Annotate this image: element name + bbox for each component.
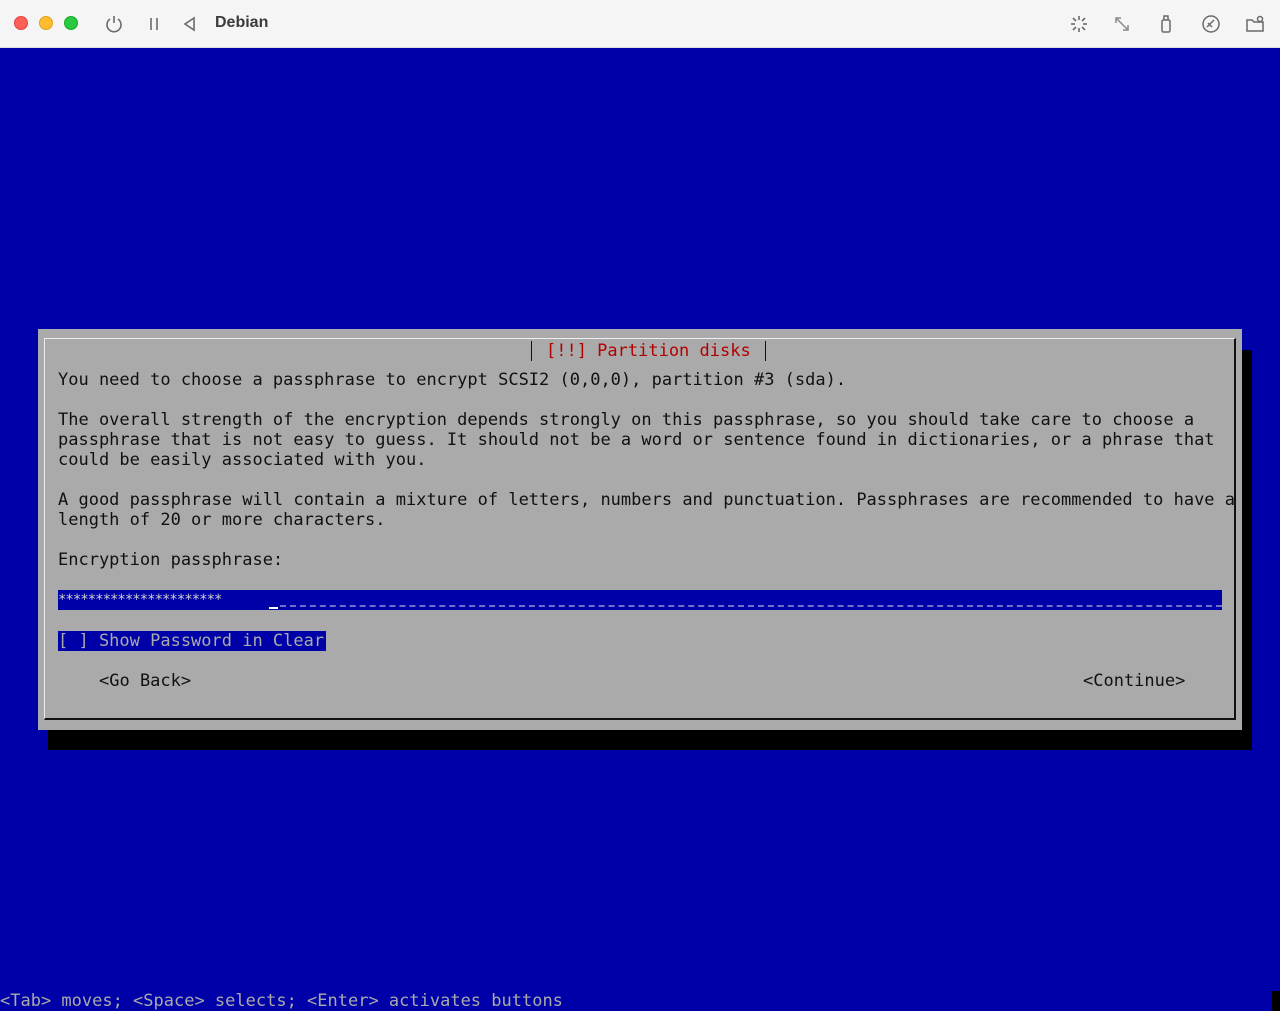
- brightness-icon[interactable]: [1067, 12, 1091, 36]
- resize-icon[interactable]: [1110, 12, 1134, 36]
- installer-screen: [!!] Partition disks You need to choose …: [0, 48, 1280, 1011]
- window-title: Debian: [215, 14, 269, 31]
- network-icon[interactable]: [1199, 12, 1223, 36]
- power-icon[interactable]: [102, 12, 126, 36]
- text-cursor: [269, 607, 278, 609]
- pause-icon[interactable]: [142, 12, 166, 36]
- passphrase-input[interactable]: **********************: [58, 590, 1222, 610]
- strength-text-line-1: The overall strength of the encryption d…: [58, 410, 1195, 430]
- back-triangle-icon[interactable]: [178, 12, 202, 36]
- passphrase-masked-value: **********************: [58, 592, 222, 608]
- status-bar-help: <Tab> moves; <Space> selects; <Enter> ac…: [0, 991, 563, 1011]
- usb-icon[interactable]: [1154, 12, 1178, 36]
- advice-text-line-2: length of 20 or more characters.: [58, 510, 386, 530]
- strength-text-line-3: could be easily associated with you.: [58, 450, 427, 470]
- advice-text-line-1: A good passphrase will contain a mixture…: [58, 490, 1236, 510]
- close-window-button[interactable]: [14, 16, 28, 30]
- intro-text: You need to choose a passphrase to encry…: [58, 370, 847, 390]
- minimize-window-button[interactable]: [39, 16, 53, 30]
- dialog-title: [!!] Partition disks: [531, 341, 766, 361]
- go-back-button[interactable]: <Go Back>: [99, 671, 191, 691]
- field-underline: [280, 605, 1222, 607]
- partition-disks-dialog: [!!] Partition disks You need to choose …: [38, 329, 1242, 730]
- shared-folder-icon[interactable]: [1243, 12, 1267, 36]
- strength-text-line-2: passphrase that is not easy to guess. It…: [58, 430, 1215, 450]
- show-password-checkbox[interactable]: [ ] Show Password in Clear: [58, 631, 327, 651]
- zoom-window-button[interactable]: [64, 16, 78, 30]
- passphrase-label: Encryption passphrase:: [58, 550, 284, 570]
- continue-button[interactable]: <Continue>: [1083, 671, 1185, 691]
- window-titlebar: Debian: [0, 0, 1280, 48]
- status-bar-corner: [1272, 991, 1280, 1011]
